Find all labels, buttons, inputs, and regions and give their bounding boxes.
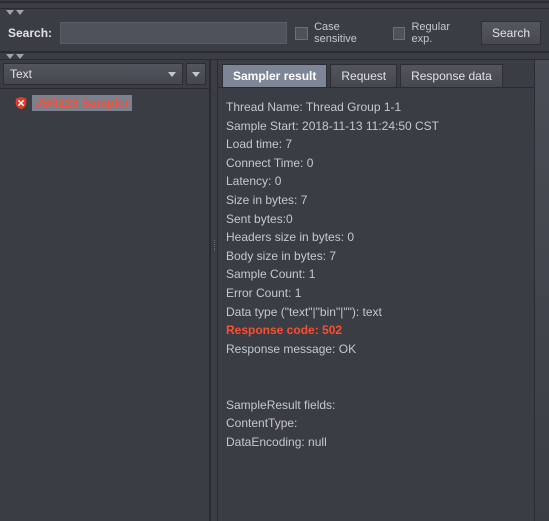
tab-request[interactable]: Request [330, 64, 397, 87]
result-line: Sample Start: 2018-11-13 11:24:50 CST [226, 117, 526, 136]
filter-row: Text [0, 60, 209, 89]
result-line: Size in bytes: 7 [226, 191, 526, 210]
chevron-down-icon [192, 72, 200, 77]
right-panel: Sampler result Request Response data Thr… [218, 60, 534, 521]
filter-options-button[interactable] [186, 63, 206, 85]
result-line: Error Count: 1 [226, 284, 526, 303]
result-line [226, 377, 526, 396]
regular-exp-label: Regular exp. [411, 21, 473, 45]
search-bar: Search: Case sensitive Regular exp. Sear… [0, 15, 549, 52]
search-button[interactable]: Search [481, 21, 541, 45]
search-input[interactable] [60, 22, 287, 44]
result-details[interactable]: Thread Name: Thread Group 1-1Sample Star… [218, 88, 534, 521]
chevron-down-icon [168, 72, 176, 77]
result-line: Data type ("text"|"bin"|""): text [226, 303, 526, 322]
result-line: SampleResult fields: [226, 396, 526, 415]
tab-response-data[interactable]: Response data [400, 64, 503, 87]
vertical-scrollbar[interactable] [534, 60, 549, 521]
case-sensitive-option[interactable]: Case sensitive [295, 21, 384, 45]
result-line: Thread Name: Thread Group 1-1 [226, 98, 526, 117]
regular-exp-option[interactable]: Regular exp. [393, 21, 473, 45]
result-line: Load time: 7 [226, 135, 526, 154]
combo-value: Text [10, 67, 32, 81]
tabs: Sampler result Request Response data [218, 60, 534, 88]
checkbox-icon [393, 27, 406, 40]
result-line: Sample Count: 1 [226, 265, 526, 284]
result-line: Response code: 502 [226, 321, 526, 340]
result-line: Sent bytes:0 [226, 210, 526, 229]
left-panel: Text JSR223 Sampler [0, 60, 210, 521]
split-drag-handle[interactable] [210, 60, 218, 521]
tab-sampler-result[interactable]: Sampler result [222, 64, 327, 87]
search-label: Search: [8, 26, 52, 40]
results-tree[interactable]: JSR223 Sampler [0, 89, 209, 521]
result-line: Latency: 0 [226, 172, 526, 191]
tree-item[interactable]: JSR223 Sampler [0, 91, 209, 115]
result-line: Headers size in bytes: 0 [226, 228, 526, 247]
tree-item-label: JSR223 Sampler [32, 95, 132, 111]
error-shield-icon [14, 96, 28, 110]
result-line: Body size in bytes: 7 [226, 247, 526, 266]
result-line: Response message: OK [226, 340, 526, 359]
checkbox-icon [295, 27, 308, 40]
display-mode-combo[interactable]: Text [3, 63, 183, 85]
main-split: Text JSR223 Sampler Sampler result Reque… [0, 59, 549, 521]
case-sensitive-label: Case sensitive [314, 21, 385, 45]
result-line: Connect Time: 0 [226, 154, 526, 173]
result-line: DataEncoding: null [226, 433, 526, 452]
result-line [226, 358, 526, 377]
result-line: ContentType: [226, 414, 526, 433]
expand-collapse-icon[interactable] [0, 52, 549, 59]
